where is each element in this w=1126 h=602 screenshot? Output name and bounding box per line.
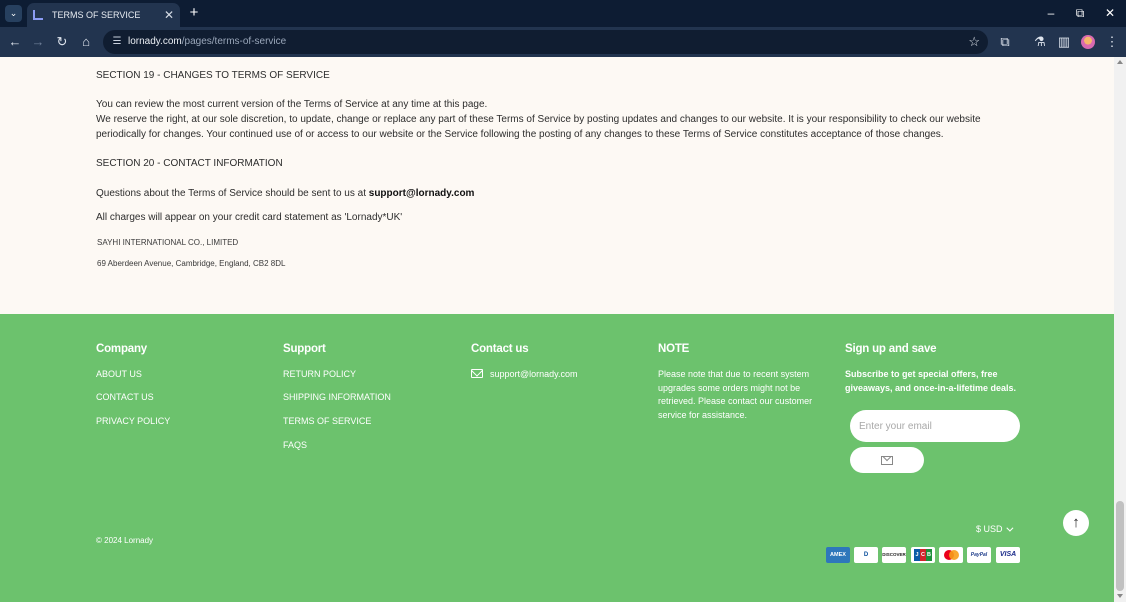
- new-tab-icon[interactable]: +: [186, 4, 202, 22]
- address-bar[interactable]: ☰ lornady.com/pages/terms-of-service ☆: [103, 30, 988, 54]
- footer-link-return-policy[interactable]: RETURN POLICY: [283, 369, 356, 379]
- forward-arrow-icon[interactable]: →: [29, 33, 47, 51]
- contact-email-link[interactable]: support@lornady.com: [369, 188, 475, 199]
- browser-tab-bar: ⌄ TERMS OF SERVICE ✕ + – ⧉ ✕: [0, 0, 1126, 27]
- extensions-icon[interactable]: ⧉: [996, 33, 1014, 51]
- mastercard-orange-circle: [949, 550, 959, 560]
- currency-label: $ USD: [976, 524, 1003, 534]
- charges-text: All charges will appear on your credit c…: [96, 212, 403, 223]
- footer-link-shipping-information[interactable]: SHIPPING INFORMATION: [283, 392, 391, 402]
- tab-title: TERMS OF SERVICE: [52, 10, 141, 20]
- chevron-down-icon: [1005, 524, 1013, 532]
- section-19-title: SECTION 19 - CHANGES TO TERMS OF SERVICE: [96, 70, 330, 81]
- close-window-icon[interactable]: ✕: [1102, 5, 1118, 21]
- site-favicon-icon: [33, 10, 43, 20]
- arrow-up-icon: ↑: [1072, 514, 1080, 531]
- url-domain: lornady.com: [128, 36, 182, 47]
- paypal-payment-icon: PayPal: [967, 547, 991, 563]
- url-text[interactable]: lornady.com/pages/terms-of-service: [128, 36, 286, 47]
- footer-contact-email[interactable]: support@lornady.com: [490, 369, 578, 379]
- footer-link-terms-of-service[interactable]: TERMS OF SERVICE: [283, 416, 371, 426]
- mastercard-payment-icon: [939, 547, 963, 563]
- footer-note-heading: NOTE: [658, 343, 690, 355]
- envelope-icon: [881, 456, 893, 465]
- mail-icon: [471, 369, 483, 378]
- tab-close-icon[interactable]: ✕: [164, 9, 174, 21]
- home-icon[interactable]: ⌂: [77, 33, 95, 51]
- bookmark-star-icon[interactable]: ☆: [968, 34, 980, 50]
- terms-content: SECTION 19 - CHANGES TO TERMS OF SERVICE…: [0, 57, 1114, 314]
- back-to-top-button[interactable]: ↑: [1063, 510, 1089, 536]
- profile-avatar[interactable]: [1081, 35, 1095, 49]
- visa-payment-icon: VISA: [996, 547, 1020, 563]
- contact-paragraph: Questions about the Terms of Service sho…: [96, 188, 474, 199]
- browser-toolbar: ← → ↻ ⌂ ☰ lornady.com/pages/terms-of-ser…: [0, 27, 1126, 57]
- contact-text: Questions about the Terms of Service sho…: [96, 188, 366, 199]
- company-name: SAYHI INTERNATIONAL CO., LIMITED: [97, 238, 239, 247]
- newsletter-submit-button[interactable]: [850, 447, 924, 473]
- section-20-title: SECTION 20 - CONTACT INFORMATION: [96, 158, 283, 169]
- jcb-payment-icon: JCB: [911, 547, 935, 563]
- reload-icon[interactable]: ↻: [53, 33, 71, 51]
- scrollbar-thumb[interactable]: [1116, 501, 1124, 591]
- footer-link-contact-us[interactable]: CONTACT US: [96, 392, 154, 402]
- scroll-up-icon[interactable]: [1117, 60, 1123, 64]
- discover-payment-icon: DISCOVER: [882, 547, 906, 563]
- scroll-down-icon[interactable]: [1117, 594, 1123, 598]
- footer-link-privacy-policy[interactable]: PRIVACY POLICY: [96, 416, 170, 426]
- labs-flask-icon[interactable]: ⚗: [1031, 33, 1049, 51]
- url-path: /pages/terms-of-service: [181, 36, 287, 47]
- company-address: 69 Aberdeen Avenue, Cambridge, England, …: [97, 259, 286, 268]
- browser-menu-icon[interactable]: ⋮: [1103, 33, 1121, 51]
- amex-payment-icon: AMEX: [826, 547, 850, 563]
- site-footer: Company ABOUT US CONTACT US PRIVACY POLI…: [0, 314, 1114, 602]
- side-panel-icon[interactable]: ▥: [1055, 33, 1073, 51]
- footer-note-text: Please note that due to recent system up…: [658, 369, 813, 421]
- section-19-paragraph-1: You can review the most current version …: [96, 99, 488, 110]
- footer-contact-heading: Contact us: [471, 343, 529, 355]
- footer-support-heading: Support: [283, 343, 326, 355]
- page-scrollbar[interactable]: [1114, 57, 1126, 602]
- newsletter-email-input[interactable]: [850, 410, 1020, 442]
- jcb-letter-b: B: [926, 549, 932, 561]
- footer-signup-heading: Sign up and save: [845, 343, 937, 355]
- minimize-icon[interactable]: –: [1043, 5, 1059, 21]
- footer-company-heading: Company: [96, 343, 147, 355]
- restore-icon[interactable]: ⧉: [1072, 5, 1088, 21]
- footer-link-faqs[interactable]: FAQS: [283, 440, 307, 450]
- copyright-text: © 2024 Lornady: [96, 536, 154, 545]
- back-arrow-icon[interactable]: ←: [6, 33, 24, 51]
- site-settings-icon[interactable]: ☰: [110, 35, 124, 49]
- section-19-paragraph-2: We reserve the right, at our sole discre…: [96, 114, 981, 140]
- footer-link-about-us[interactable]: ABOUT US: [96, 369, 142, 379]
- tab-search-icon[interactable]: ⌄: [5, 5, 22, 22]
- browser-tab[interactable]: TERMS OF SERVICE ✕: [27, 3, 180, 27]
- footer-signup-text: Subscribe to get special offers, free gi…: [845, 369, 1017, 393]
- diners-logo-text: D: [863, 552, 869, 558]
- diners-club-payment-icon: D: [854, 547, 878, 563]
- currency-selector[interactable]: $ USD: [976, 524, 1013, 534]
